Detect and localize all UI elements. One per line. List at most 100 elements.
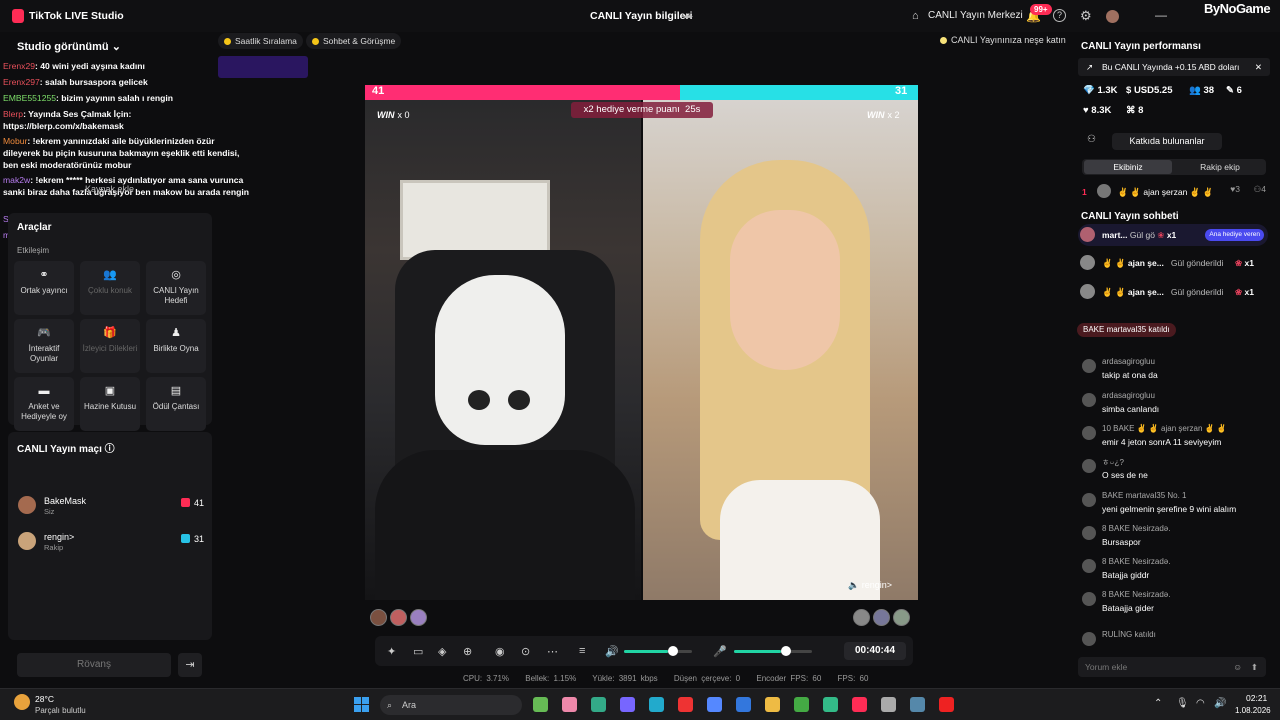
multiplier-time: 25s (685, 104, 701, 115)
tool-button[interactable]: ▤ Ödül Çantası (146, 377, 206, 431)
chat-username[interactable]: Erenx29 (3, 61, 35, 71)
chevron-up-icon[interactable]: ⌃ (1154, 698, 1162, 709)
home-icon[interactable]: ⌂ (912, 10, 919, 22)
tool-button[interactable]: ♟ Birlikte Oyna (146, 319, 206, 373)
studio-view-dropdown[interactable]: Studio görünümü ⌄ (17, 40, 121, 53)
gift-row[interactable]: mart... Gül gö ❀ x1 Ana hediye veren (1078, 224, 1268, 246)
folder-icon[interactable] (765, 697, 780, 712)
store-icon[interactable] (591, 697, 606, 712)
record-icon[interactable]: ◉ (495, 645, 505, 658)
help-icon[interactable]: ? (1053, 9, 1066, 22)
chat-call-pill[interactable]: Sohbet & Görüşme (306, 33, 402, 49)
add-icon[interactable]: ⊕ (463, 645, 472, 658)
diamonds-value: 1.3K (1097, 85, 1118, 96)
chrome-icon[interactable] (562, 697, 577, 712)
live-center-button[interactable]: CANLI Yayın Merkezi (928, 10, 1023, 21)
youtube-icon[interactable] (939, 697, 954, 712)
match-row-rival[interactable]: rengin> Rakip 31 (18, 530, 204, 556)
gifter-avatar[interactable] (893, 609, 910, 626)
chat-username[interactable]: mak2w (3, 175, 30, 185)
gift-row[interactable]: ✌ ✌ ajan şe... Gül gönderildi ❀ x1 (1078, 252, 1268, 274)
weather-icon[interactable] (14, 694, 30, 710)
gifter-avatar[interactable] (410, 609, 427, 626)
rank-row[interactable]: 1 ✌ ✌ ajan şerzan ✌ ✌ ♥3 ⚇4 (1082, 184, 1268, 198)
avatar (1082, 559, 1096, 573)
comment-input[interactable]: Yorum ekle ☺ ⬆ (1078, 657, 1266, 677)
discord-icon[interactable] (707, 697, 722, 712)
match-role: Rakip (44, 543, 64, 552)
promo-banner[interactable] (218, 56, 308, 78)
more-icon[interactable]: ⋯ (547, 645, 558, 658)
tool-button[interactable]: ▬ Anket ve Hediyeyle oy (14, 377, 74, 431)
tool-button[interactable]: 🎮 İnteraktif Oyunlar (14, 319, 74, 373)
game-icon[interactable] (823, 697, 838, 712)
add-user-icon[interactable]: ⚇ (1087, 134, 1096, 145)
date[interactable]: 1.08.2026 (1235, 706, 1271, 715)
gifter-avatar[interactable] (370, 609, 387, 626)
gifter-avatar[interactable] (390, 609, 407, 626)
windows-start-icon[interactable] (354, 697, 369, 712)
match-row-self[interactable]: BakeMask Siz 41 (18, 494, 204, 520)
exit-icon[interactable]: ⇥ (178, 653, 202, 677)
minimize-icon[interactable]: — (1155, 8, 1167, 22)
tool-label: Hazine Kutusu (83, 402, 137, 411)
gear-icon[interactable]: ⚙ (1080, 8, 1092, 24)
teams-icon[interactable] (620, 697, 635, 712)
tab-rival-team[interactable]: Rakip ekip (1176, 160, 1264, 174)
chrome-icon[interactable] (794, 697, 809, 712)
send-icon[interactable]: ⬆ (1251, 657, 1258, 677)
tool-button[interactable]: ◎ CANLI Yayın Hedefi (146, 261, 206, 315)
avatar (1082, 526, 1096, 540)
chat-username[interactable]: Mobur (3, 136, 27, 146)
avatar[interactable] (1106, 10, 1119, 23)
gift-row[interactable]: ✌ ✌ ajan şe... Gül gönderildi ❀ x1 (1078, 281, 1268, 303)
steam-icon[interactable] (881, 697, 896, 712)
weather-temp: 28°C (35, 694, 54, 704)
mail-icon[interactable] (736, 697, 751, 712)
gifter-avatar[interactable] (873, 609, 890, 626)
wifi-icon[interactable]: ◠ (1196, 698, 1205, 709)
mic-icon[interactable]: 🎤 (713, 645, 727, 658)
chat-username[interactable]: EMBE551255 (3, 93, 56, 103)
tiktok-icon[interactable] (852, 697, 867, 712)
team-icon (181, 498, 190, 507)
tool-button[interactable]: 👥 Çoklu konuk (80, 261, 140, 315)
tool-button[interactable]: 🎁 İzleyici Dilekleri (80, 319, 140, 373)
play-together-icon: ♟ (171, 327, 181, 339)
add-source-label[interactable]: Kaynak ekle (85, 184, 134, 194)
volume-tray-icon[interactable]: 🔊 (1214, 698, 1226, 709)
mic-knob[interactable] (780, 646, 791, 656)
camera-icon[interactable]: ⊙ (521, 645, 530, 658)
screen-icon[interactable]: ▭ (413, 645, 423, 658)
filter-icon[interactable]: ◈ (438, 645, 446, 658)
opera-icon[interactable] (678, 697, 693, 712)
top-gifter-badge: Ana hediye veren (1205, 229, 1264, 241)
volume-icon[interactable]: 🔊 (605, 645, 619, 658)
effects-icon[interactable]: ✦ (387, 645, 396, 658)
edge-icon[interactable] (649, 697, 664, 712)
opponent-tag[interactable]: 🔈 rengin> (848, 580, 892, 591)
tab-our-team[interactable]: Ekibiniz (1084, 160, 1172, 174)
volume-knob[interactable] (668, 646, 679, 656)
live-info-title[interactable]: CANLI Yayın bilgileri (590, 10, 693, 22)
chat-username[interactable]: Erenx297 (3, 77, 40, 87)
close-icon[interactable]: ✕ (1255, 58, 1262, 76)
add-joy-tip[interactable]: CANLI Yayınınıza neşe katın (940, 35, 1066, 45)
hourly-ranking-pill[interactable]: Saatlik Sıralama (218, 33, 303, 49)
taskbar-search[interactable]: ⌕ Ara (380, 695, 522, 715)
chat-username[interactable]: Blerp (3, 109, 23, 119)
tool-button[interactable]: ⚭ Ortak yayıncı (14, 261, 74, 315)
emoji-icon[interactable]: ☺ (1233, 657, 1242, 677)
tool-button[interactable]: ▣ Hazine Kutusu (80, 377, 140, 431)
share-icon[interactable]: ➦ (684, 10, 693, 23)
gift-count: x1 (1244, 258, 1254, 268)
mic-tray-icon[interactable]: 🎙 (1176, 698, 1189, 709)
clock[interactable]: 02:21 (1246, 693, 1267, 703)
file-icon[interactable] (533, 697, 548, 712)
contributors-button[interactable]: Katkıda bulunanlar (1112, 133, 1222, 150)
earnings-alert[interactable]: ↗ Bu CANLI Yayında +0.15 ABD doları ✕ (1078, 58, 1270, 76)
rematch-button[interactable]: Rövanş (17, 653, 171, 677)
gifter-avatar[interactable] (853, 609, 870, 626)
mixer-icon[interactable]: ≡ (579, 645, 585, 657)
steam-icon[interactable] (910, 697, 925, 712)
